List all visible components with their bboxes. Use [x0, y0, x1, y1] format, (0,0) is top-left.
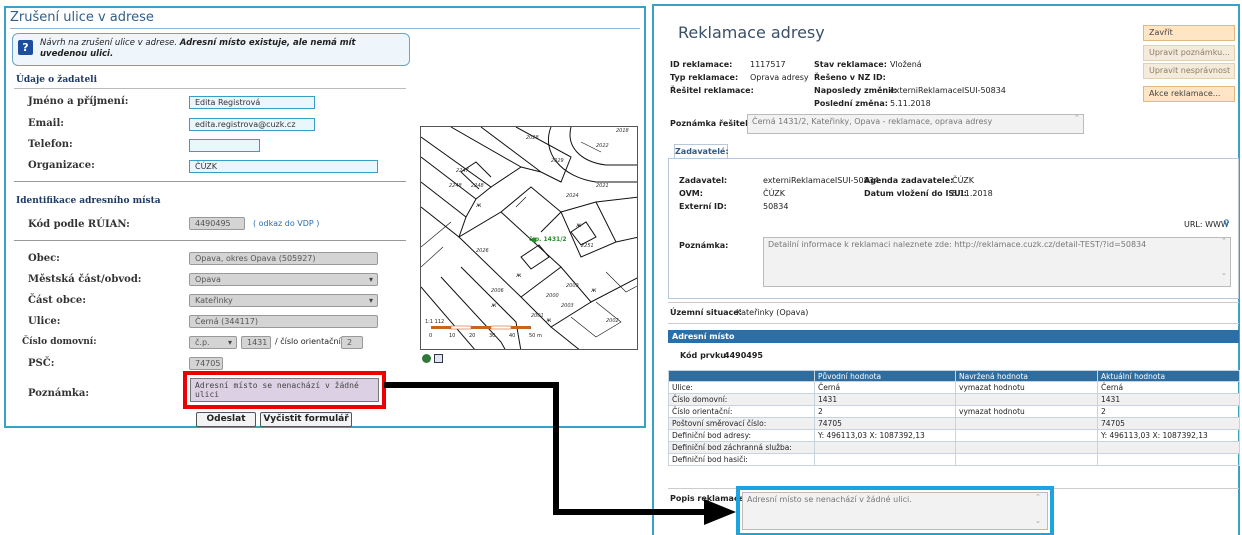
connector-arrow — [384, 382, 736, 525]
